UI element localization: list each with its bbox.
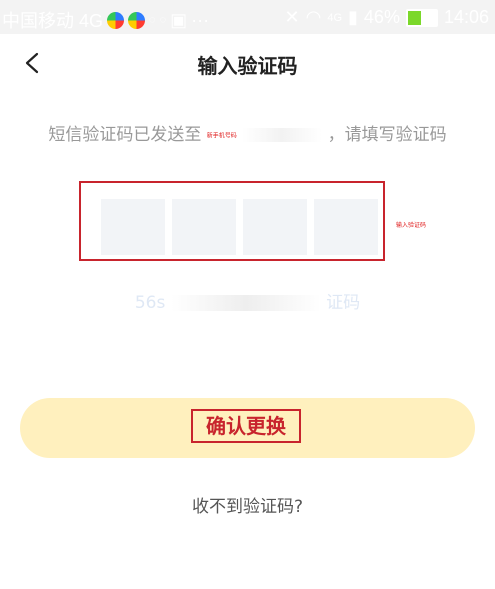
signal-icon: ▮ <box>348 7 358 27</box>
network-type: 4G <box>327 11 343 24</box>
status-bar: 中国移动 4G ◌ ◌ ▣ ··· ✕ ◠ 4G ▮ 46% 14:06 <box>0 0 495 34</box>
app-notification-icon-2 <box>128 11 146 29</box>
battery-icon <box>405 8 438 27</box>
confirm-change-label: 确认更换 <box>191 409 301 443</box>
code-digit-3[interactable] <box>243 199 307 255</box>
status-bar-right: ✕ ◠ 4G ▮ 46% 14:06 <box>285 7 489 28</box>
code-annotation: 输入验证码 <box>396 222 427 229</box>
sms-hint-suffix: ，请填写验证码 <box>327 125 447 145</box>
screenshot-icon: ▣ <box>170 9 188 30</box>
resend-countdown: 56s 证码 <box>0 288 495 313</box>
battery-percent: 46% <box>363 7 400 27</box>
status-bar-left: 中国移动 4G ◌ ◌ ▣ ··· <box>2 7 209 33</box>
wifi-call-icon: ◌ <box>149 14 156 26</box>
mute-icon: ✕ <box>284 7 300 27</box>
sms-hint: 短信验证码已发送至 新手机号码 ，请填写验证码 <box>0 120 495 145</box>
app-notification-icon <box>107 11 125 29</box>
countdown-seconds: 56s <box>134 293 166 313</box>
more-notifications-icon: ··· <box>191 9 210 30</box>
code-digit-1[interactable] <box>101 199 165 255</box>
clock-time: 14:06 <box>443 7 489 27</box>
countdown-masked-text <box>170 295 321 311</box>
sms-hint-prefix: 短信验证码已发送至 <box>48 125 202 145</box>
carrier-text: 中国移动 4G <box>2 11 104 31</box>
phone-annotation: 新手机号码 <box>206 132 237 140</box>
masked-phone-number <box>242 128 323 142</box>
wifi-icon: ◠ <box>305 7 322 27</box>
countdown-suffix: 证码 <box>326 293 361 313</box>
code-digit-2[interactable] <box>172 199 236 255</box>
page-title: 输入验证码 <box>197 54 298 78</box>
code-digit-4[interactable] <box>314 199 378 255</box>
no-code-link[interactable]: 收不到验证码? <box>0 492 495 517</box>
code-input-group[interactable] <box>79 181 385 261</box>
wifi-call-icon-2: ◌ <box>159 14 167 26</box>
